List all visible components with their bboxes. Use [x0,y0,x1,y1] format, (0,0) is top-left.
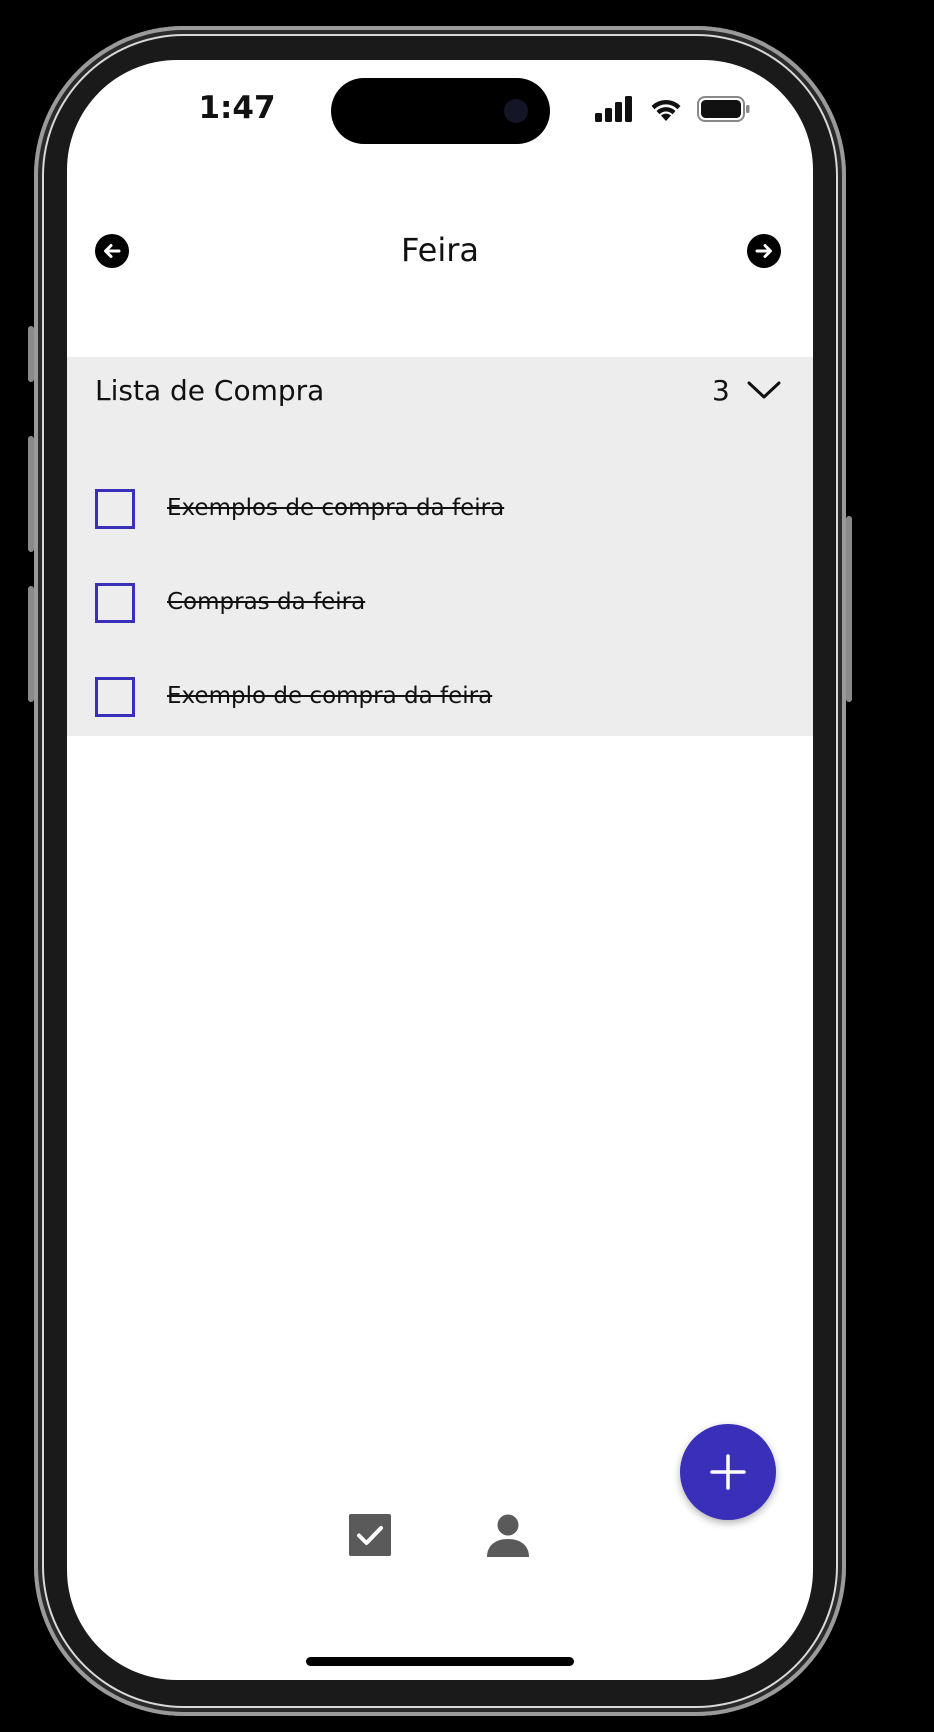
home-indicator[interactable] [306,1657,574,1666]
arrow-right-icon [755,244,772,258]
section-header[interactable]: Lista de Compra 3 [67,357,813,425]
shopping-list-section: Lista de Compra 3 Exemplos de compra da … [67,357,813,736]
add-item-button[interactable] [680,1424,776,1520]
action-button [28,326,34,382]
volume-up-button [28,436,34,552]
list-item: Exemplo de compra da feira [67,669,813,729]
status-time: 1:47 [198,90,276,126]
nav-profile[interactable] [485,1512,531,1558]
app-screen: 1:47 Feira Lista de Compra 3 Exemplos de… [67,60,813,1680]
item-checkbox[interactable] [95,583,135,623]
nav-tasks[interactable] [347,1512,393,1558]
person-icon [487,1514,529,1557]
camera-icon [504,99,528,123]
plus-icon [710,1454,746,1490]
battery-icon [697,96,750,122]
dynamic-island [331,78,550,144]
cellular-signal-icon [595,96,632,122]
list-item: Exemplos de compra da feira [67,481,813,541]
item-label: Compras da feira [167,589,366,615]
item-label: Exemplo de compra da feira [167,683,493,709]
forward-button[interactable] [747,234,781,268]
list-item: Compras da feira [67,575,813,635]
checkbox-checked-icon [349,1514,391,1556]
item-label: Exemplos de compra da feira [167,495,505,521]
power-button [846,516,852,702]
page-title: Feira [401,231,479,269]
wifi-icon [651,99,681,121]
chevron-down-icon[interactable] [747,379,781,401]
header: Feira [67,216,813,286]
volume-down-button [28,586,34,702]
item-checkbox[interactable] [95,677,135,717]
item-checkbox[interactable] [95,489,135,529]
item-count: 3 [712,374,730,407]
status-icons [595,96,751,122]
section-title: Lista de Compra [95,374,325,407]
